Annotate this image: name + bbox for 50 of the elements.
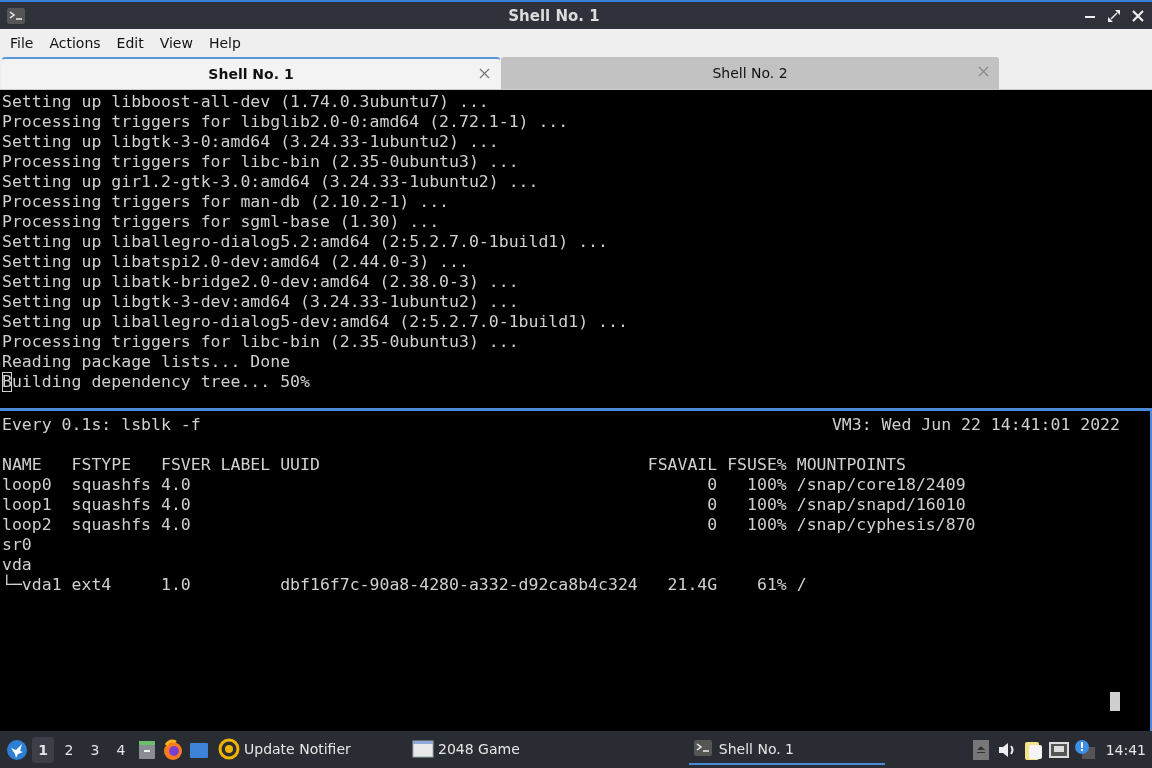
terminal-icon[interactable] bbox=[6, 5, 26, 26]
desktop-button[interactable]: 1 bbox=[32, 736, 54, 763]
taskbar-task[interactable]: Shell No. 1 bbox=[688, 734, 885, 765]
terminal-line: loop0 squashfs 4.0 0 100% /snap/core18/2409 bbox=[2, 475, 967, 495]
terminal-line: NAME FSTYPE FSVER LABEL UUID FSAVAIL FSUSE% MOUNTPOINTS bbox=[2, 455, 907, 475]
terminal-line: loop1 squashfs 4.0 0 100% /snap/snapd/16010 bbox=[2, 495, 967, 515]
terminal-line: Setting up libatk-bridge2.0-dev:amd64 (2.38.0-3) ... bbox=[2, 272, 520, 292]
desktop-button[interactable]: 2 bbox=[58, 736, 80, 763]
terminal-line: Setting up liballegro-dialog5-dev:amd64 (2:5.2.7.0-1build1) ... bbox=[2, 312, 629, 332]
terminal-line: Setting up liballegro-dialog5.2:amd64 (2:5.2.7.0-1build1) ... bbox=[2, 232, 609, 252]
terminal-text: VM3: Wed Jun 22 14:41:01 2022 bbox=[831, 415, 1120, 435]
terminal-line: loop2 squashfs 4.0 0 100% /snap/cyphesis/870 bbox=[2, 515, 977, 535]
tab[interactable]: Shell No. 2 bbox=[501, 57, 999, 89]
terminal-line: Setting up gir1.2-gtk-3.0:amd64 (3.24.33-1ubuntu2) ... bbox=[2, 172, 540, 192]
window-icon bbox=[412, 737, 434, 760]
tab[interactable]: Shell No. 1 bbox=[2, 57, 500, 89]
terminal-line: Setting up libgtk-3-0:amd64 (3.24.33-1ubuntu2) ... bbox=[2, 132, 500, 152]
maximize-icon[interactable] bbox=[1106, 7, 1122, 24]
terminal-line: sr0 bbox=[2, 535, 33, 555]
terminal-line: Building dependency tree... 50% bbox=[2, 372, 311, 392]
terminal-line: Setting up libatspi2.0-dev:amd64 (2.44.0-3) ... bbox=[2, 252, 470, 272]
close-icon[interactable] bbox=[1130, 7, 1146, 24]
file-cabinet-icon[interactable] bbox=[136, 738, 158, 761]
terminal-line: vda bbox=[2, 555, 33, 574]
menu-item[interactable]: View bbox=[151, 35, 201, 51]
update-icon bbox=[218, 737, 240, 760]
desktop-button[interactable]: 3 bbox=[84, 736, 106, 763]
desktop-button[interactable]: 4 bbox=[110, 736, 132, 763]
taskbar-task[interactable]: Update Notifier bbox=[214, 734, 404, 765]
terminal-line: Processing triggers for libc-bin (2.35-0ubuntu3) ... bbox=[2, 152, 520, 172]
terminal-line: Processing triggers for man-db (2.10.2-1) ... bbox=[2, 192, 451, 212]
terminal-line: Processing triggers for sgml-base (1.30) ... bbox=[2, 212, 441, 232]
cursor-block bbox=[1110, 692, 1120, 711]
terminal-line: Processing triggers for libglib2.0-0:amd64 (2.72.1-1) ... bbox=[2, 112, 570, 132]
terminal-line: Setting up libgtk-3-dev:amd64 (3.24.33-1ubuntu2) ... bbox=[2, 292, 520, 312]
terminal-line: Reading package lists... Done bbox=[2, 352, 292, 372]
terminal-line: Setting up libboost-all-dev (1.74.0.3ubuntu7) ... bbox=[2, 92, 490, 112]
clock[interactable]: 14:41 bbox=[1105, 741, 1146, 758]
taskbar-task[interactable]: 2048 Game bbox=[408, 734, 604, 765]
notification-icon[interactable] bbox=[1073, 738, 1096, 761]
bird-logo-icon[interactable] bbox=[6, 738, 28, 761]
terminal-line: └─vda1 ext4 1.0 dbf16f7c-90a8-4280-a332-d92ca8b4c324 21.4G 61% / bbox=[2, 575, 808, 595]
window-title: Shell No. 1 bbox=[507, 6, 601, 25]
menu-item[interactable]: Edit bbox=[108, 35, 152, 51]
terminal-line: Processing triggers for libc-bin (2.35-0ubuntu3) ... bbox=[2, 332, 520, 352]
menu-item[interactable]: Actions bbox=[41, 35, 109, 51]
browser-icon[interactable] bbox=[162, 738, 184, 761]
menu-item[interactable]: File bbox=[2, 35, 42, 51]
terminal-text: Every 0.1s: lsblk -f bbox=[2, 415, 201, 435]
menu-item[interactable]: Help bbox=[200, 35, 249, 51]
